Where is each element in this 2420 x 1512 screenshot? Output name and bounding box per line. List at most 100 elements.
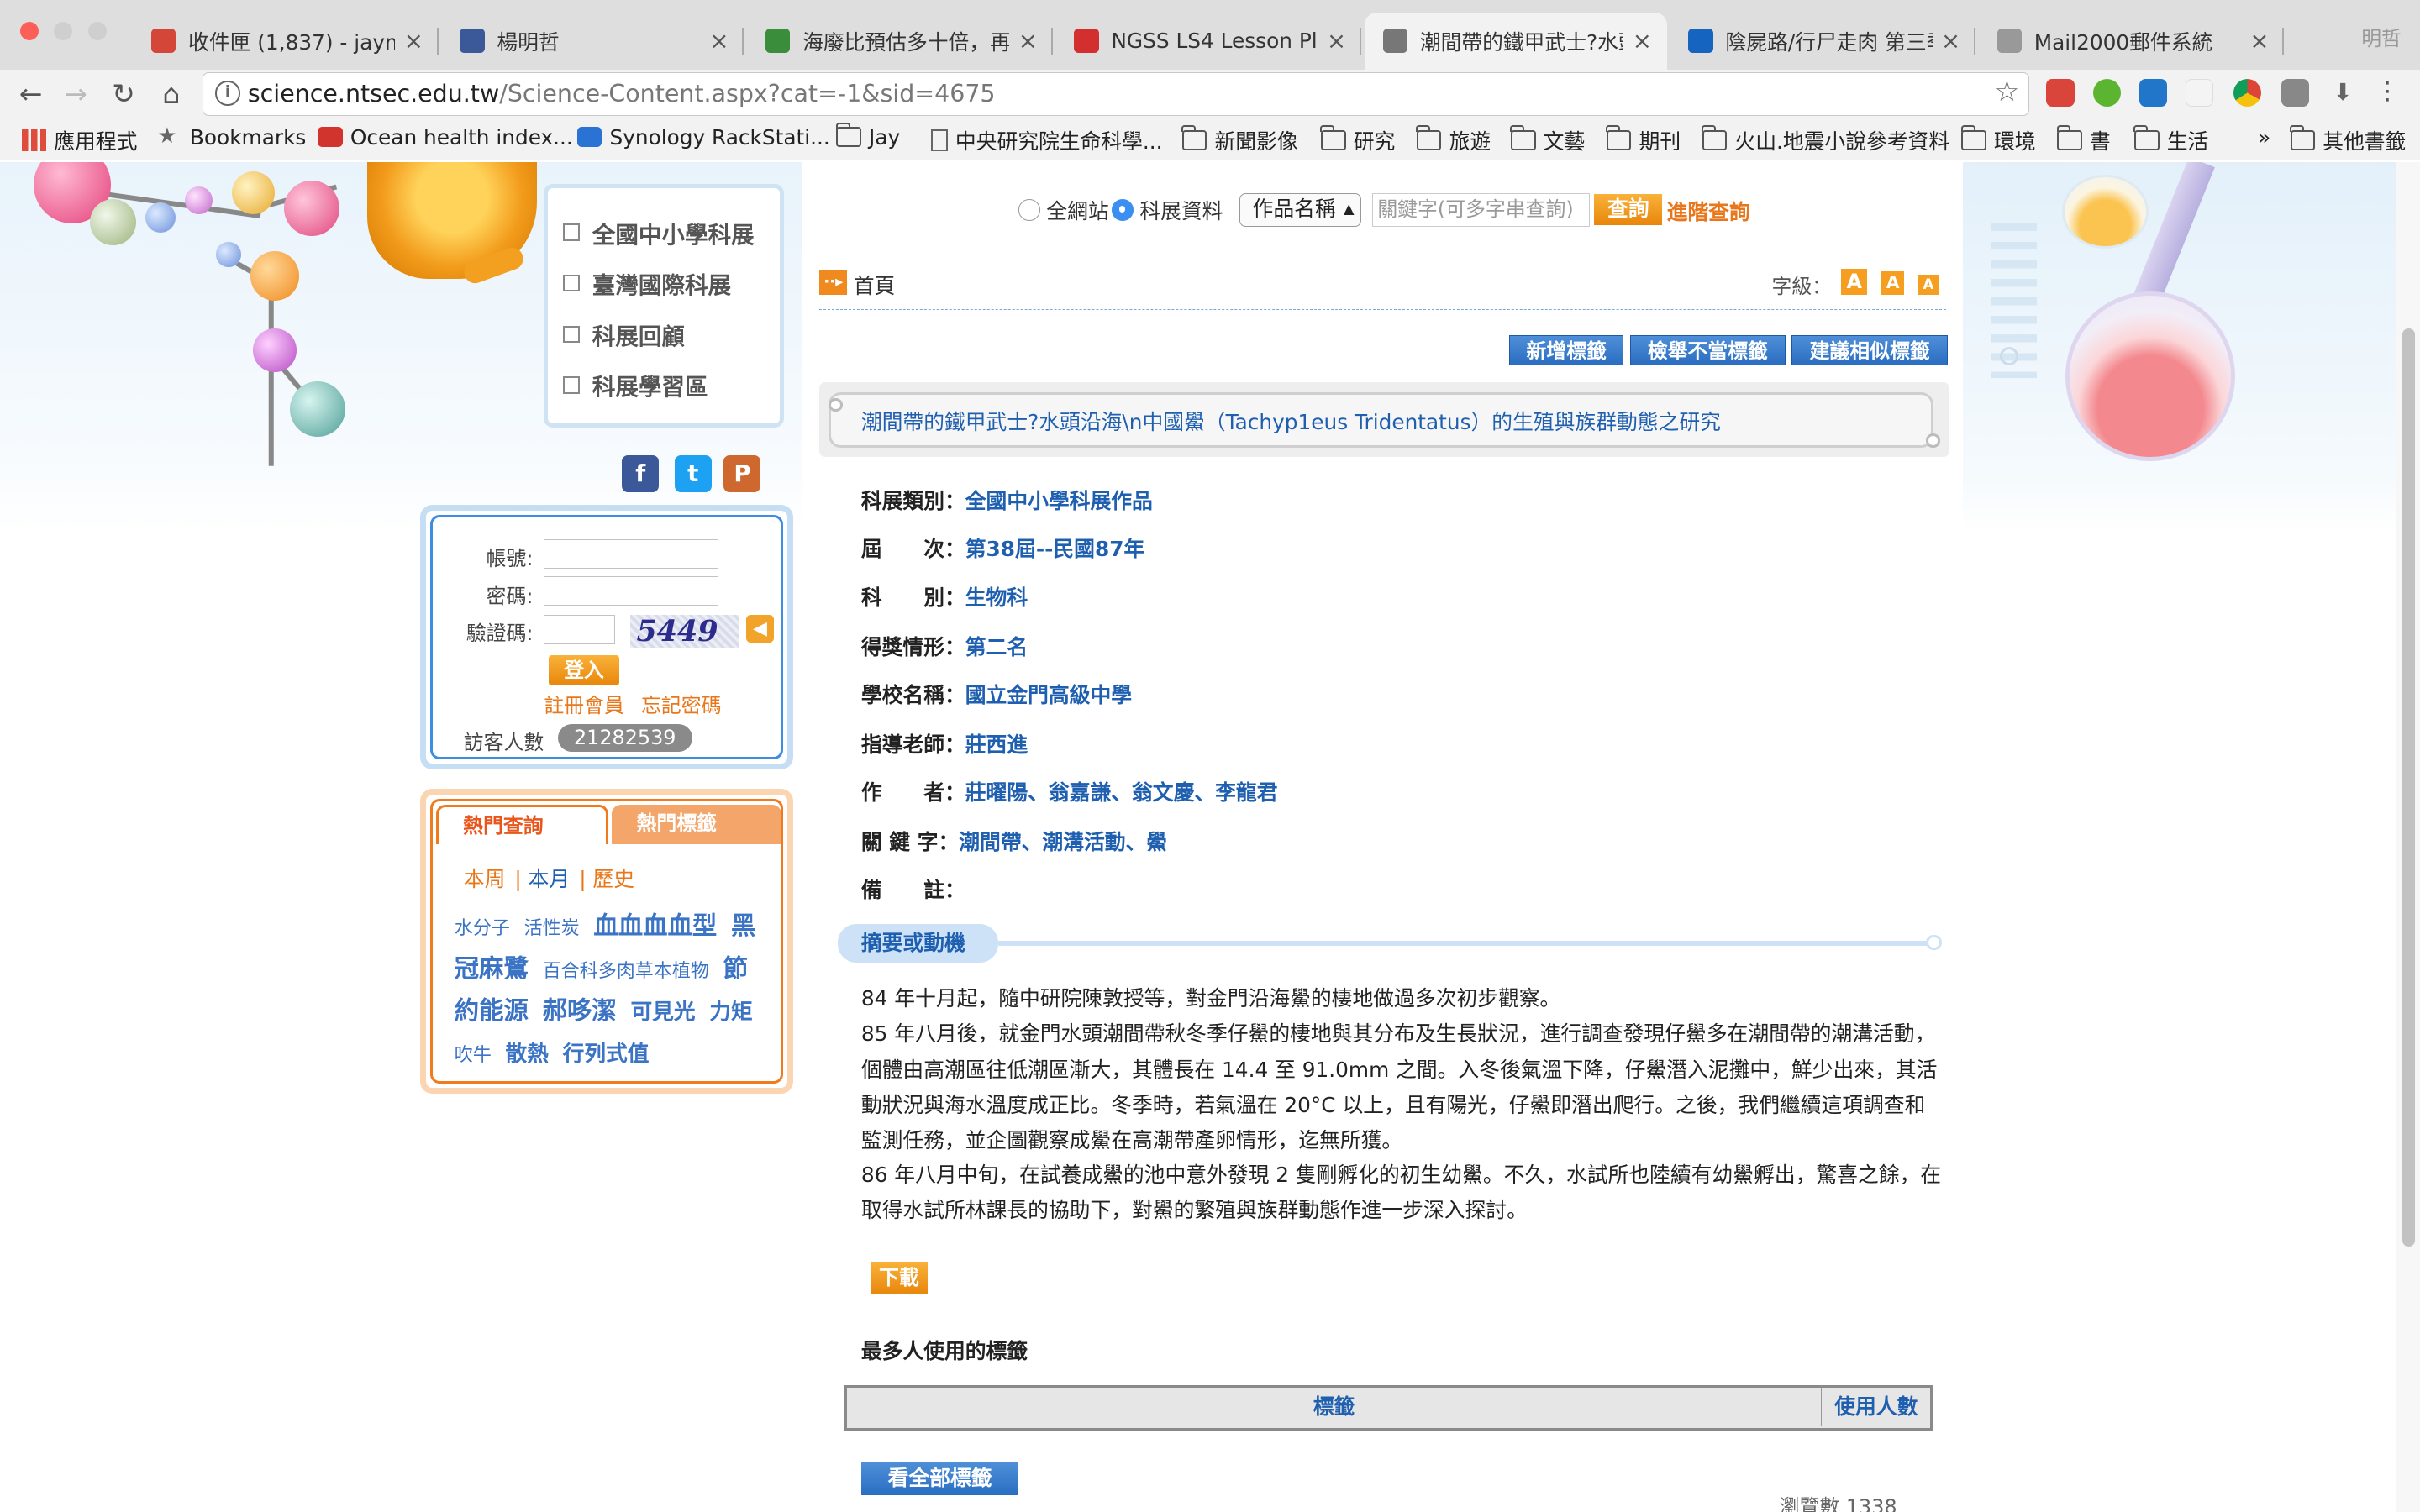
advanced-search-link[interactable]: 進階查詢	[1667, 196, 1750, 226]
view-all-tags-button[interactable]: 看全部標籤	[860, 1462, 1019, 1495]
captcha-input[interactable]	[544, 614, 615, 644]
captcha-audio-icon[interactable]: ◀	[745, 614, 774, 643]
bookmark-item[interactable]: Synology RackStati...	[576, 125, 830, 150]
other-bookmarks[interactable]: 其他書籤	[2289, 125, 2406, 155]
password-input[interactable]	[544, 575, 718, 606]
plurk-share-icon[interactable]: P	[723, 454, 761, 492]
meta-value[interactable]: 莊西進	[965, 732, 1028, 757]
tab-hot-queries[interactable]: 熱門查詢	[435, 804, 609, 845]
menu-kebab-icon[interactable]: ⋮	[2374, 78, 2402, 107]
hot-tag-link[interactable]: 血血血血型	[593, 911, 717, 940]
reload-icon[interactable]: ↻	[105, 76, 142, 113]
bookmark-item[interactable]: 新聞影像	[1181, 125, 1298, 155]
extension-bookmark-icon[interactable]	[2046, 78, 2075, 107]
search-button[interactable]: 查詢	[1594, 194, 1663, 226]
hot-tag-link[interactable]: 力矩	[709, 1000, 752, 1025]
site-info-icon[interactable]: i	[215, 81, 240, 106]
scrollbar-thumb[interactable]	[2402, 328, 2415, 1247]
bookmark-item[interactable]: Ocean health index...	[318, 125, 573, 150]
meta-value[interactable]: 第38屆--民國87年	[965, 537, 1144, 561]
period-month[interactable]: 本月	[529, 867, 571, 891]
extension-chrome-icon[interactable]	[2233, 78, 2261, 107]
page-scrollbar[interactable]	[2395, 161, 2420, 1512]
bookmark-item[interactable]: 中央研究院生命科學...	[930, 125, 1163, 155]
bookmark-item[interactable]: ★ Bookmarks	[157, 125, 306, 150]
extension-translate-icon[interactable]	[2281, 78, 2309, 107]
forgot-password-link[interactable]: 忘記密碼	[641, 689, 721, 718]
extension-bolt-icon[interactable]	[2185, 78, 2213, 107]
menu-item-learning-zone[interactable]: 科展學習區	[562, 368, 708, 402]
download-icon[interactable]: ⬇	[2329, 79, 2357, 107]
font-size-small-button[interactable]: A	[1918, 274, 1939, 295]
browser-tab[interactable]: Mail2000郵件系統 ×	[1979, 13, 2285, 70]
meta-value[interactable]: 國立金門高級中學	[965, 683, 1132, 707]
hot-tag-link[interactable]: 行列式值	[563, 1042, 650, 1067]
breadcrumb-home[interactable]: 首頁	[854, 270, 896, 300]
menu-item-fair-review[interactable]: 科展回顧	[562, 318, 685, 351]
period-history[interactable]: 歷史	[592, 867, 634, 891]
scope-science-radio[interactable]	[1112, 198, 1134, 221]
browser-tab[interactable]: 收件匣 (1,837) - jaymc ×	[133, 13, 439, 70]
browser-tab[interactable]: 楊明哲 ×	[441, 13, 744, 70]
close-tab-icon[interactable]: ×	[1939, 28, 1963, 55]
meta-value[interactable]: 第二名	[965, 635, 1028, 659]
bookmark-star-icon[interactable]: ☆	[1995, 75, 2020, 108]
close-tab-icon[interactable]: ×	[707, 28, 731, 55]
zoom-window-icon[interactable]	[87, 21, 107, 40]
hot-tag-link[interactable]: 散熱	[506, 1042, 549, 1067]
extension-evernote-icon[interactable]	[2092, 78, 2121, 107]
suggest-tag-button[interactable]: 建議相似標籤	[1791, 334, 1948, 366]
hot-tag-link[interactable]: 可見光	[630, 1000, 695, 1025]
browser-tab[interactable]: 潮間帶的鐵甲武士?水頭 ×	[1364, 12, 1667, 70]
tab-hot-tags[interactable]: 熱門標籤	[612, 804, 782, 845]
meta-value[interactable]: 生物科	[965, 585, 1028, 610]
bookmark-item[interactable]: 文藝	[1510, 125, 1585, 155]
hot-tag-link[interactable]: 水分子	[455, 918, 510, 939]
facebook-share-icon[interactable]: f	[622, 454, 660, 492]
scope-all-radio[interactable]	[1018, 198, 1040, 221]
browser-tab[interactable]: NGSS LS4 Lesson Plan×	[1055, 13, 1361, 70]
close-tab-icon[interactable]: ×	[1324, 28, 1349, 55]
account-input[interactable]	[544, 538, 718, 569]
search-field-select[interactable]: 作品名稱 ▲	[1239, 192, 1361, 227]
meta-value[interactable]: 莊曜陽、翁嘉謙、翁文慶、李龍君	[965, 780, 1278, 805]
close-tab-icon[interactable]: ×	[1016, 28, 1040, 55]
font-size-large-button[interactable]: A	[1841, 268, 1868, 295]
bookmark-item[interactable]: 環境	[1960, 125, 2036, 155]
close-tab-icon[interactable]: ×	[2247, 28, 2271, 55]
add-tag-button[interactable]: 新增標籤	[1509, 334, 1624, 366]
close-window-icon[interactable]	[19, 21, 39, 40]
minimize-window-icon[interactable]	[54, 21, 73, 40]
extension-shield-icon[interactable]	[2139, 78, 2167, 107]
forward-icon[interactable]: →	[57, 76, 94, 113]
menu-item-international-fair[interactable]: 臺灣國際科展	[562, 266, 731, 300]
address-bar[interactable]: i science.ntsec.edu.tw/Science-Content.a…	[202, 72, 2030, 116]
close-tab-icon[interactable]: ×	[1630, 28, 1655, 55]
hot-tag-link[interactable]: 吹牛	[455, 1045, 492, 1066]
browser-tab[interactable]: 陰屍路/行尸走肉 第三季 ×	[1670, 13, 1975, 70]
hot-tag-link[interactable]: 活性炭	[524, 918, 580, 939]
register-link[interactable]: 註冊會員	[544, 689, 623, 718]
login-button[interactable]: 登入	[548, 654, 620, 686]
twitter-share-icon[interactable]: t	[674, 454, 712, 492]
home-icon[interactable]: ⌂	[153, 76, 190, 113]
bookmark-item[interactable]: 應用程式	[21, 125, 137, 155]
bookmark-item[interactable]: 生活	[2133, 125, 2208, 155]
meta-value[interactable]: 全國中小學科展作品	[965, 489, 1153, 513]
bookmark-item[interactable]: 期刊	[1606, 125, 1681, 155]
bookmark-item[interactable]: 研究	[1320, 125, 1395, 155]
hot-tag-link[interactable]: 郝哆潔	[543, 996, 617, 1025]
back-icon[interactable]: ←	[13, 76, 50, 113]
bookmark-item[interactable]: 旅遊	[1416, 125, 1491, 155]
browser-tab[interactable]: 海廢比預估多十倍，再不 ×	[747, 13, 1053, 70]
profile-name[interactable]: 明哲	[2361, 22, 2402, 51]
period-week[interactable]: 本周	[464, 867, 506, 891]
hot-tag-link[interactable]: 百合科多肉草本植物	[543, 961, 709, 982]
bookmark-item[interactable]: 火山.地震小說參考資料	[1702, 125, 1949, 155]
bookmark-item[interactable]: 書	[2056, 125, 2111, 155]
font-size-medium-button[interactable]: A	[1881, 271, 1905, 295]
bookmarks-overflow-chevron[interactable]: »	[2258, 125, 2270, 150]
meta-value[interactable]: 潮間帶、潮溝活動、鱟	[959, 830, 1167, 854]
report-tag-button[interactable]: 檢舉不當標籤	[1629, 334, 1786, 366]
download-button[interactable]: 下載	[870, 1262, 928, 1294]
